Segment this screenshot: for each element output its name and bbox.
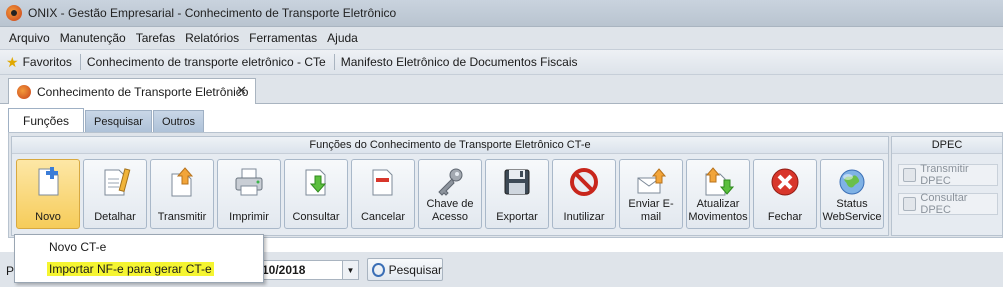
novo-button[interactable]: Novo bbox=[16, 159, 80, 229]
transmitir-dpec-label: Transmitir DPEC bbox=[920, 163, 969, 187]
exportar-label: Exportar bbox=[496, 211, 538, 223]
refresh-icon bbox=[702, 166, 735, 198]
chave-de-acesso-label: Chave de Acesso bbox=[426, 198, 474, 223]
floppy-icon bbox=[501, 166, 533, 198]
title-bar: ONIX - Gestão Empresarial - Conhecimento… bbox=[0, 0, 1003, 27]
menu-tarefas[interactable]: Tarefas bbox=[131, 31, 180, 45]
detail-icon bbox=[99, 166, 131, 198]
tab-outros[interactable]: Outros bbox=[152, 110, 204, 132]
menu-relatorios[interactable]: Relatórios bbox=[180, 31, 244, 45]
fechar-label: Fechar bbox=[767, 211, 803, 223]
query-icon bbox=[300, 166, 332, 198]
consultar-dpec-button[interactable]: Consultar DPEC bbox=[898, 192, 998, 216]
transmitir-label: Transmitir bbox=[157, 211, 207, 223]
detalhar-button[interactable]: Detalhar bbox=[83, 159, 147, 229]
window-title: ONIX - Gestão Empresarial - Conhecimento… bbox=[28, 6, 397, 20]
function-tabs: Funções Pesquisar Outros bbox=[8, 108, 205, 132]
email-icon bbox=[635, 166, 667, 198]
query-dpec-icon bbox=[903, 197, 917, 211]
key-icon bbox=[434, 166, 466, 198]
ribbon: Funções do Conhecimento de Transporte El… bbox=[8, 132, 1003, 238]
ribbon-group-title: Funções do Conhecimento de Transporte El… bbox=[12, 137, 888, 154]
divider bbox=[333, 54, 335, 70]
transmit-dpec-icon bbox=[903, 168, 917, 182]
chave-de-acesso-button[interactable]: Chave de Acesso bbox=[418, 159, 482, 229]
favorite-item-mdfe[interactable]: Manifesto Eletrônico de Documentos Fisca… bbox=[341, 55, 586, 69]
menu-ferramentas[interactable]: Ferramentas bbox=[244, 31, 322, 45]
fechar-button[interactable]: Fechar bbox=[753, 159, 817, 229]
app-logo-icon bbox=[6, 5, 22, 21]
detalhar-label: Detalhar bbox=[94, 211, 136, 223]
consultar-button[interactable]: Consultar bbox=[284, 159, 348, 229]
inutilizar-button[interactable]: Inutilizar bbox=[552, 159, 616, 229]
prohibited-icon bbox=[568, 166, 600, 198]
search-button-label: Pesquisar bbox=[388, 262, 442, 277]
transmitir-dpec-button[interactable]: Transmitir DPEC bbox=[898, 163, 998, 187]
imprimir-label: Imprimir bbox=[229, 211, 269, 223]
ribbon-group-functions: Funções do Conhecimento de Transporte El… bbox=[11, 136, 889, 236]
ribbon-group-dpec: DPEC Transmitir DPEC Consultar DPEC bbox=[891, 136, 1003, 236]
cancel-document-icon bbox=[367, 166, 399, 198]
novo-label: Novo bbox=[35, 211, 61, 223]
menu-arquivo[interactable]: Arquivo bbox=[4, 31, 55, 45]
filter-label-fragment: P bbox=[6, 264, 15, 278]
star-icon: ★ bbox=[6, 53, 19, 70]
date-combo[interactable]: 10/2018 ▼ bbox=[257, 260, 359, 280]
favorites-bar: ★ Favoritos Conhecimento de transporte e… bbox=[0, 49, 1003, 75]
menu-item-novo-cte[interactable]: Novo CT-e bbox=[49, 240, 106, 254]
date-value: 10/2018 bbox=[262, 263, 306, 277]
menu-bar: Arquivo Manutenção Tarefas Relatórios Fe… bbox=[0, 27, 1003, 49]
atualizar-movimentos-button[interactable]: Atualizar Movimentos bbox=[686, 159, 750, 229]
status-webservice-button[interactable]: Status WebService bbox=[820, 159, 884, 229]
tab-funcoes[interactable]: Funções bbox=[8, 108, 85, 132]
app-logo-icon bbox=[17, 84, 31, 99]
menu-item-importar-nfe[interactable]: Importar NF-e para gerar CT-e bbox=[47, 262, 214, 276]
favorites-label[interactable]: Favoritos bbox=[23, 55, 80, 69]
enviar-email-label: Enviar E-mail bbox=[628, 198, 674, 223]
chevron-down-icon[interactable]: ▼ bbox=[342, 261, 358, 279]
transmit-icon bbox=[166, 166, 198, 198]
enviar-email-button[interactable]: Enviar E-mail bbox=[619, 159, 683, 229]
menu-manutencao[interactable]: Manutenção bbox=[55, 31, 131, 45]
imprimir-button[interactable]: Imprimir bbox=[217, 159, 281, 229]
atualizar-movimentos-label: Atualizar Movimentos bbox=[688, 198, 748, 223]
dpec-group-title: DPEC bbox=[892, 137, 1002, 154]
printer-icon bbox=[233, 166, 265, 198]
divider bbox=[79, 54, 81, 70]
close-circle-icon bbox=[769, 166, 801, 198]
inutilizar-label: Inutilizar bbox=[563, 211, 605, 223]
globe-icon bbox=[836, 166, 868, 198]
favorite-item-cte[interactable]: Conhecimento de transporte eletrônico - … bbox=[87, 55, 334, 69]
status-webservice-label: Status WebService bbox=[822, 198, 882, 223]
tab-pesquisar[interactable]: Pesquisar bbox=[85, 110, 152, 132]
new-document-icon bbox=[32, 166, 64, 198]
novo-dropdown-menu: Novo CT-e Importar NF-e para gerar CT-e bbox=[14, 234, 264, 283]
cancelar-label: Cancelar bbox=[360, 211, 406, 223]
consultar-label: Consultar bbox=[292, 211, 340, 223]
search-button[interactable]: Pesquisar bbox=[367, 258, 443, 281]
search-icon bbox=[372, 262, 385, 277]
document-tab-label: Conhecimento de Transporte Eletrônico bbox=[37, 84, 249, 99]
document-tab-cte[interactable]: Conhecimento de Transporte Eletrônico ✕ bbox=[8, 78, 256, 104]
consultar-dpec-label: Consultar DPEC bbox=[920, 192, 968, 216]
cancelar-button[interactable]: Cancelar bbox=[351, 159, 415, 229]
close-icon[interactable]: ✕ bbox=[236, 83, 247, 99]
transmitir-button[interactable]: Transmitir bbox=[150, 159, 214, 229]
document-tabs: Conhecimento de Transporte Eletrônico ✕ bbox=[0, 76, 1003, 104]
menu-ajuda[interactable]: Ajuda bbox=[322, 31, 363, 45]
exportar-button[interactable]: Exportar bbox=[485, 159, 549, 229]
